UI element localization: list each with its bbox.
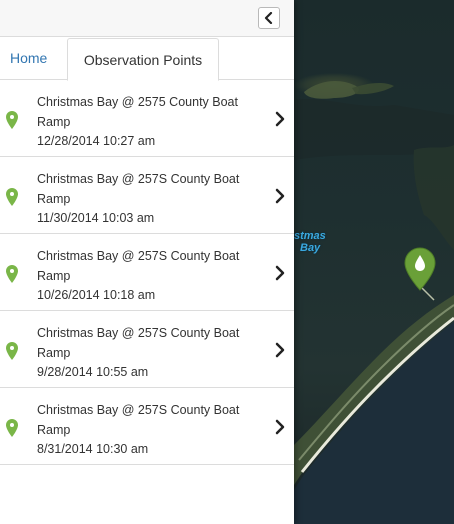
- observation-date: 12/28/2014 10:27 am: [37, 134, 156, 148]
- list-item[interactable]: Christmas Bay @ 257S County Boat Ramp 9/…: [0, 311, 294, 388]
- chevron-right-icon: [275, 342, 285, 358]
- observation-date: 10/26/2014 10:18 am: [37, 288, 156, 302]
- observation-title: Christmas Bay @ 2575 County Boat Ramp: [37, 95, 238, 129]
- observation-title: Christmas Bay @ 257S County Boat Ramp: [37, 249, 240, 283]
- map-marker-icon: [6, 265, 18, 283]
- map-label: stmas Bay: [294, 230, 326, 254]
- observation-date: 8/31/2014 10:30 am: [37, 442, 149, 456]
- collapse-panel-button[interactable]: [258, 7, 280, 29]
- map-marker-icon: [6, 111, 18, 129]
- tab-observation-points[interactable]: Observation Points: [67, 38, 219, 81]
- tab-bar: Home Observation Points: [0, 37, 294, 81]
- chevron-right-icon: [275, 188, 285, 204]
- observation-title: Christmas Bay @ 257S County Boat Ramp: [37, 403, 240, 437]
- list-item[interactable]: Christmas Bay @ 2575 County Boat Ramp 12…: [0, 80, 294, 157]
- observation-title: Christmas Bay @ 257S County Boat Ramp: [37, 326, 240, 360]
- observation-title: Christmas Bay @ 257S County Boat Ramp: [37, 172, 240, 206]
- map-marker-icon: [6, 419, 18, 437]
- map-marker-icon: [6, 188, 18, 206]
- list-item[interactable]: Christmas Bay @ 257S County Boat Ramp 8/…: [0, 388, 294, 465]
- tab-home[interactable]: Home: [10, 37, 47, 79]
- chevron-right-icon: [275, 419, 285, 435]
- side-panel: Home Observation Points Christmas Bay @ …: [0, 0, 294, 524]
- chevron-left-icon: [264, 12, 273, 24]
- list-item[interactable]: Christmas Bay @ 257S County Boat Ramp 10…: [0, 234, 294, 311]
- observation-date: 11/30/2014 10:03 am: [37, 211, 155, 225]
- water-drop-icon[interactable]: [404, 247, 436, 291]
- chevron-right-icon: [275, 111, 285, 127]
- map-marker-icon: [6, 342, 18, 360]
- list-item[interactable]: Christmas Bay @ 257S County Boat Ramp 11…: [0, 157, 294, 234]
- observation-list: Christmas Bay @ 2575 County Boat Ramp 12…: [0, 80, 294, 465]
- observation-date: 9/28/2014 10:55 am: [37, 365, 149, 379]
- map-view[interactable]: stmas Bay: [294, 0, 454, 524]
- chevron-right-icon: [275, 265, 285, 281]
- panel-header: [0, 0, 294, 37]
